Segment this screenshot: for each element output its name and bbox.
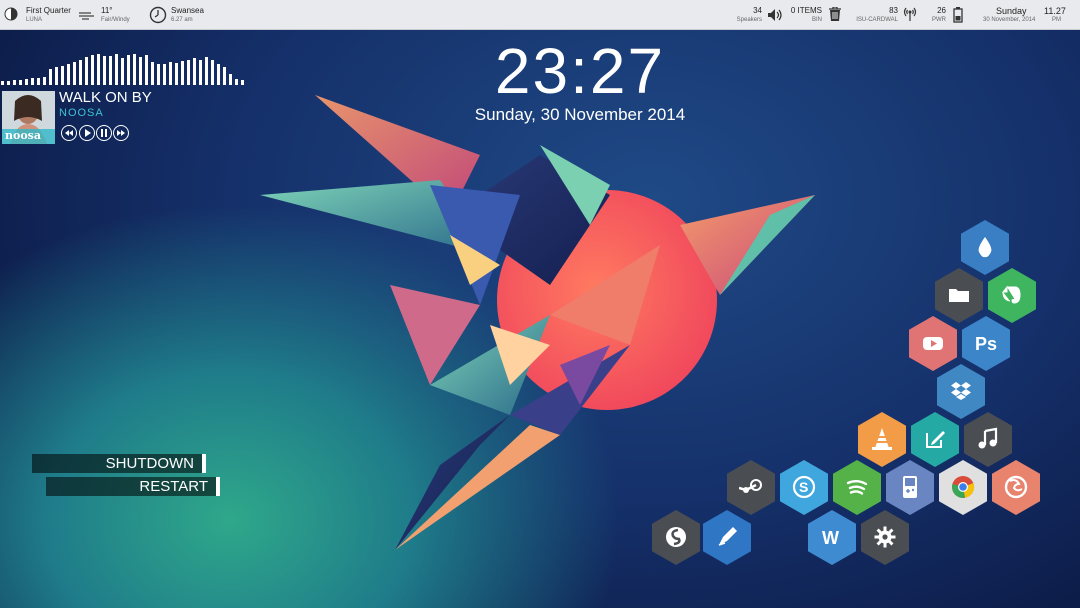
pause-button[interactable] xyxy=(96,125,112,141)
svg-text:S: S xyxy=(799,479,808,495)
trash-icon xyxy=(829,7,841,21)
bin-label: BIN xyxy=(811,17,822,23)
chrome-icon xyxy=(952,476,975,498)
wifi-icon xyxy=(903,7,917,21)
evernote-icon xyxy=(1001,285,1021,304)
simplenote-icon xyxy=(666,527,686,547)
edit-app[interactable] xyxy=(911,412,959,467)
photoshop-icon: Ps xyxy=(975,334,997,354)
spotify-app[interactable] xyxy=(833,460,881,515)
date-label: 30 November, 2014 xyxy=(983,17,1036,23)
youtube-app[interactable] xyxy=(909,316,957,371)
next-button[interactable] xyxy=(113,125,129,141)
firefox-app[interactable] xyxy=(992,460,1040,515)
music-app[interactable] xyxy=(964,412,1012,467)
location-time-label: 6.27 am xyxy=(171,17,193,23)
album-art: noosa xyxy=(2,91,55,144)
spotify-icon xyxy=(846,480,868,495)
chrome-app[interactable] xyxy=(939,460,987,515)
location-label: Swansea xyxy=(171,6,204,15)
track-title: WALK ON BY xyxy=(59,89,152,106)
dropbox-app[interactable] xyxy=(937,364,985,419)
play-icon xyxy=(85,129,91,137)
clock-icon xyxy=(149,6,167,24)
weather-widget[interactable]: 11° Fair/Windy xyxy=(78,0,138,29)
settings-app[interactable] xyxy=(861,510,909,565)
bin-widget[interactable]: 0 ITEMS BIN xyxy=(790,0,845,29)
moon-phase-icon xyxy=(4,7,18,21)
datetime-widget[interactable]: Sunday 30 November, 2014 11.27 PM xyxy=(978,0,1078,29)
dropbox-icon xyxy=(951,382,971,400)
steam-icon xyxy=(739,479,762,493)
evernote-app[interactable] xyxy=(988,268,1036,323)
svg-text:W: W xyxy=(822,528,839,548)
battery-label: PWR xyxy=(932,17,946,23)
time-label: 11.27 xyxy=(1044,6,1066,16)
pause-icon xyxy=(101,129,107,137)
svg-text:Ps: Ps xyxy=(975,334,997,354)
settings-icon xyxy=(874,526,896,548)
album-art-text: noosa xyxy=(5,129,41,142)
firefox-icon xyxy=(1004,475,1028,499)
battery-value: 26 xyxy=(937,6,946,15)
rewind-icon xyxy=(65,130,73,136)
track-artist: NOOSA xyxy=(59,107,104,119)
moon-widget[interactable]: First Quarter LUNA xyxy=(4,0,74,29)
moon-sub-label: LUNA xyxy=(26,17,43,23)
vlc-app[interactable] xyxy=(858,412,906,467)
moon-phase-label: First Quarter xyxy=(26,6,71,15)
edit-icon xyxy=(926,431,945,448)
audio-visualizer xyxy=(1,54,244,85)
ampm-label: PM xyxy=(1052,17,1061,23)
power-widget[interactable]: 26 PWR xyxy=(925,0,970,29)
location-widget[interactable]: Swansea 6.27 am xyxy=(149,0,219,29)
youtube-icon xyxy=(923,337,943,350)
folder-icon xyxy=(949,289,969,302)
fast-forward-icon xyxy=(117,130,125,136)
writer-icon xyxy=(718,527,737,546)
wifi-value: 83 xyxy=(889,6,898,15)
wifi-label: ISU-CARDWAL xyxy=(856,17,898,23)
battery-icon xyxy=(953,7,963,23)
bin-value: 0 ITEMS xyxy=(790,6,822,15)
speaker-icon xyxy=(768,9,782,21)
volume-value: 34 xyxy=(753,6,762,15)
weather-condition-label: Fair/Windy xyxy=(101,17,130,23)
gameboy-icon xyxy=(903,476,917,498)
wind-icon xyxy=(79,12,94,20)
music-icon xyxy=(978,427,998,449)
restart-button[interactable]: RESTART xyxy=(46,477,220,496)
play-button[interactable] xyxy=(79,125,95,141)
word-icon: W xyxy=(822,528,839,548)
temperature-label: 11° xyxy=(101,6,113,15)
folder-app[interactable] xyxy=(935,268,983,323)
shutdown-button[interactable]: SHUTDOWN xyxy=(32,454,206,473)
vlc-icon xyxy=(872,428,892,450)
water-icon xyxy=(978,237,992,258)
top-bar: First Quarter LUNA 11° Fair/Windy Swanse… xyxy=(0,0,1080,30)
previous-button[interactable] xyxy=(61,125,77,141)
wifi-widget[interactable]: 83 ISU-CARDWAL xyxy=(850,0,922,29)
day-label: Sunday xyxy=(996,6,1027,16)
photoshop-app[interactable]: Ps xyxy=(962,316,1010,371)
volume-label: Speakers xyxy=(736,17,762,23)
gameboy-app[interactable] xyxy=(886,460,934,515)
skype-icon: S xyxy=(792,475,816,499)
speakers-widget[interactable]: 34 Speakers xyxy=(732,0,787,29)
water-app[interactable] xyxy=(961,220,1009,275)
